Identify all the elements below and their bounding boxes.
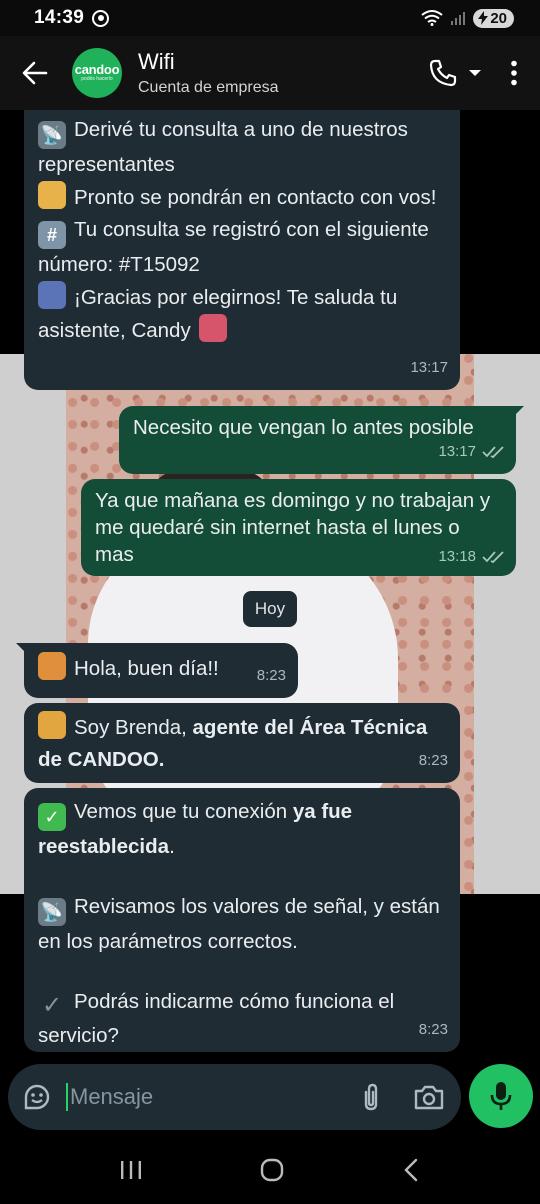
chat-header: candoo podés hacerlo Wifi Cuenta de empr… (0, 36, 540, 110)
status-time: 14:39 (34, 7, 85, 28)
signal-icon (451, 12, 466, 25)
person-icon (38, 181, 66, 209)
waving-person-icon (38, 652, 66, 680)
avatar-tagline: podés hacerlo (81, 76, 113, 82)
contact-avatar[interactable]: candoo podés hacerlo (72, 48, 122, 98)
recent-apps-icon[interactable] (118, 1158, 144, 1182)
avatar-logo: candoo (74, 62, 120, 77)
message-line: Derivé tu consulta a uno de nuestros rep… (38, 118, 408, 176)
message-line: Pronto se pondrán en contacto con vos! (74, 186, 437, 209)
satellite-icon: 📡 (38, 121, 66, 149)
double-check-icon (482, 550, 504, 563)
day-divider: Hoy (243, 591, 297, 627)
home-icon[interactable] (259, 1157, 285, 1183)
message-text: Soy Brenda, (74, 716, 193, 739)
call-dropdown-icon[interactable] (468, 68, 482, 78)
system-navigation-bar (0, 1136, 540, 1204)
wifi-icon (421, 10, 443, 26)
battery-indicator: 20 (473, 8, 514, 28)
status-bar: 14:39 20 (0, 0, 540, 36)
charging-icon (478, 11, 489, 25)
message-time: 8:23 (418, 752, 448, 769)
message-bubble-outgoing[interactable]: Necesito que vengan lo antes posible 13:… (119, 406, 524, 474)
message-time: 8:23 (256, 667, 286, 684)
phone-call-icon[interactable] (428, 58, 458, 88)
message-text: Vemos que tu conexión (74, 800, 293, 823)
message-bubble-incoming[interactable]: ✓ Vemos que tu conexión ya fue reestablec… (24, 788, 460, 1052)
check-mark-icon: ✓ (41, 992, 63, 1019)
sticker-icon[interactable] (22, 1082, 52, 1112)
hash-icon: # (38, 221, 66, 249)
technician-icon (38, 711, 66, 739)
screen-record-icon (92, 9, 110, 27)
attach-icon[interactable] (359, 1082, 383, 1112)
message-text: Revisamos los valores de señal, y están … (38, 895, 440, 953)
contact-subtitle: Cuenta de empresa (138, 79, 279, 96)
message-bubble-incoming[interactable]: Soy Brenda, agente del Área Técnica de C… (24, 703, 460, 783)
message-time: 13:17 (438, 443, 476, 460)
more-options-icon[interactable] (510, 60, 518, 86)
contact-name: Wifi (138, 49, 175, 74)
arrow-left-icon (22, 61, 48, 85)
message-composer: Mensaje (0, 1060, 540, 1136)
double-check-icon (482, 446, 504, 459)
message-text: Ya que mañana es domingo y no trabajan y… (95, 489, 491, 566)
message-text: Hola, buen día!! (74, 657, 219, 680)
contact-info[interactable]: Wifi Cuenta de empresa (138, 49, 279, 97)
message-bubble-outgoing[interactable]: Ya que mañana es domingo y no trabajan y… (81, 479, 516, 576)
message-line: Tu consulta se registró con el siguiente… (38, 218, 429, 276)
message-bubble-incoming[interactable]: 📡 Derivé tu consulta a uno de nuestros re… (24, 110, 460, 390)
camera-icon[interactable] (413, 1083, 445, 1111)
voice-message-button[interactable] (469, 1064, 533, 1128)
microphone-icon (490, 1082, 512, 1110)
people-icon (38, 281, 66, 309)
message-text: Necesito que vengan lo antes posible (133, 416, 474, 439)
check-mark-button-icon: ✓ (38, 803, 66, 831)
back-button[interactable] (20, 58, 50, 88)
robot-icon (198, 314, 227, 342)
battery-level: 20 (490, 9, 507, 27)
chat-area[interactable]: 📡 Derivé tu consulta a uno de nuestros re… (0, 110, 540, 1060)
message-placeholder: Mensaje (66, 1083, 153, 1111)
message-text: . (169, 835, 175, 858)
message-time: 8:23 (418, 1021, 448, 1038)
message-bubble-incoming[interactable]: Hola, buen día!! 8:23 (16, 643, 298, 698)
message-time: 13:17 (410, 359, 448, 376)
message-time: 13:18 (438, 548, 476, 565)
message-input[interactable]: Mensaje (8, 1064, 461, 1130)
back-nav-icon[interactable] (400, 1157, 422, 1183)
message-text: Podrás indicarme cómo funciona el servic… (38, 990, 395, 1047)
satellite-icon: 📡 (38, 898, 66, 926)
